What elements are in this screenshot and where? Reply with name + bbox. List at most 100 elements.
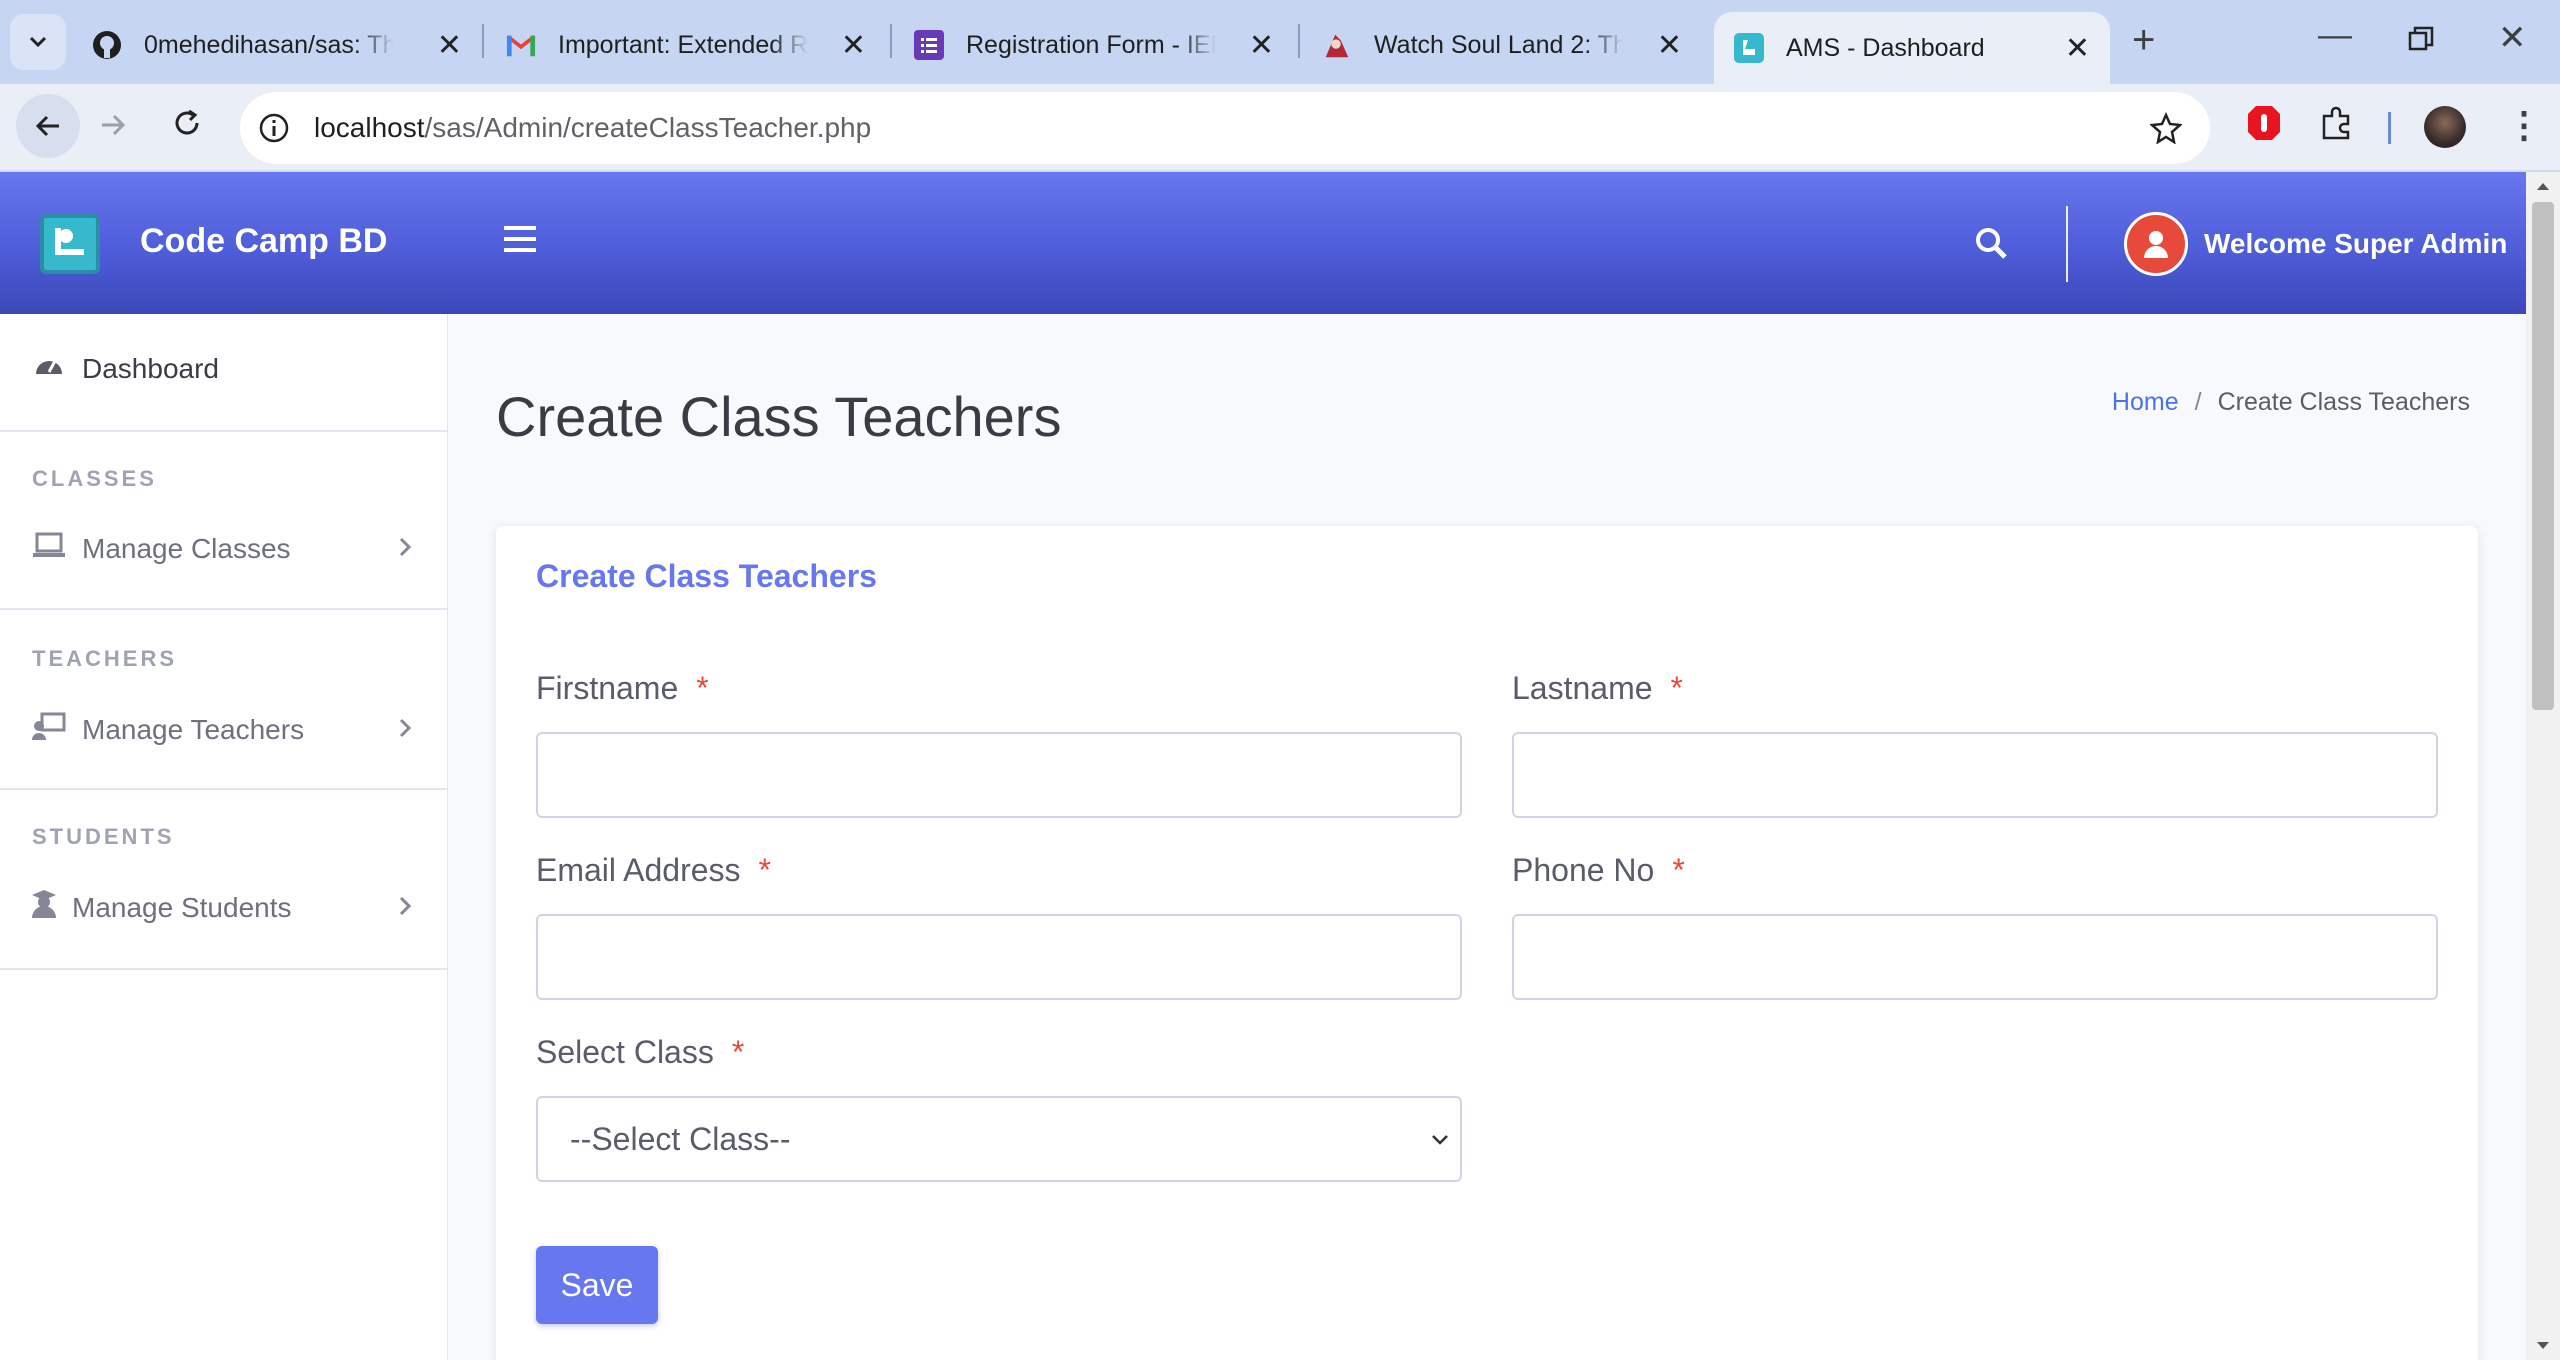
brand-icon (55, 228, 84, 255)
user-graduate-icon (32, 890, 56, 925)
create-class-teacher-card: Create Class Teachers Firstname * Lastnam… (496, 526, 2478, 1360)
reload-button[interactable] (172, 108, 202, 147)
tab-separator (1298, 24, 1300, 58)
sidebar-item-label: Manage Classes (82, 532, 291, 564)
profile-avatar[interactable] (2424, 106, 2466, 148)
browser-tab-strip: 0mehedihasan/sas: The S ✕ Important: Ext… (0, 0, 2560, 84)
close-icon[interactable]: ✕ (1657, 28, 1682, 63)
breadcrumb-home-link[interactable]: Home (2112, 388, 2179, 417)
save-button-label: Save (560, 1266, 634, 1303)
user-menu[interactable]: Welcome Super Admin (2124, 212, 2507, 276)
class-select[interactable]: --Select Class-- (536, 1096, 1462, 1182)
browser-tab-forms[interactable]: Registration Form - IEEE ✕ (914, 12, 1274, 78)
required-asterisk: * (731, 1034, 745, 1070)
sidebar-item-manage-students[interactable]: Manage Students (32, 890, 412, 925)
browser-tab-anime[interactable]: Watch Soul Land 2: The P ✕ (1322, 12, 1682, 78)
tab-separator (482, 24, 484, 58)
menu-kebab-icon[interactable]: ⋮ (2506, 104, 2542, 146)
close-window-button[interactable]: ✕ (2498, 18, 2527, 58)
required-asterisk: * (1672, 852, 1685, 888)
class-select-value: --Select Class-- (570, 1120, 791, 1157)
email-label: Email Address * (536, 852, 771, 889)
close-icon[interactable]: ✕ (2065, 31, 2090, 66)
tab-search-button[interactable] (10, 14, 66, 70)
page-scrollbar[interactable] (2526, 172, 2560, 1360)
scroll-down-icon[interactable] (2535, 1340, 2551, 1352)
tab-title: AMS - Dashboard (1786, 33, 1985, 62)
label-text: Firstname (536, 670, 679, 706)
lastname-input[interactable] (1512, 732, 2438, 818)
breadcrumb-separator: / (2194, 388, 2202, 416)
breadcrumb-current: Create Class Teachers (2217, 388, 2470, 416)
chalkboard-teacher-icon (32, 712, 66, 747)
brand-name[interactable]: Code Camp BD (140, 222, 387, 261)
forward-button[interactable] (98, 110, 128, 149)
arrow-left-icon (35, 115, 59, 137)
save-button[interactable]: Save (536, 1246, 658, 1324)
label-text: Lastname (1512, 670, 1653, 706)
sidebar-item-manage-classes[interactable]: Manage Classes (32, 532, 412, 565)
breadcrumb: Home / Create Class Teachers (2112, 388, 2470, 417)
lastname-label: Lastname * (1512, 670, 1683, 707)
sidebar-item-manage-teachers[interactable]: Manage Teachers (32, 712, 412, 747)
sidebar-divider (0, 968, 448, 970)
adblock-extension-icon[interactable] (2246, 104, 2282, 151)
anime-icon (1322, 30, 1352, 60)
label-text: Phone No (1512, 852, 1655, 888)
scroll-up-icon[interactable] (2535, 180, 2551, 192)
close-icon[interactable]: ✕ (841, 28, 866, 63)
url-host: localhost (314, 112, 425, 143)
tab-title: Watch Soul Land 2: The P (1374, 30, 1624, 59)
back-button[interactable] (16, 94, 80, 158)
firstname-label: Firstname * (536, 670, 709, 707)
required-asterisk: * (1670, 670, 1683, 706)
close-icon[interactable]: ✕ (1249, 28, 1274, 63)
chevron-down-icon (1432, 1135, 1448, 1145)
address-bar[interactable]: localhost/sas/Admin/createClassTeacher.p… (240, 92, 2210, 164)
card-title: Create Class Teachers (536, 558, 877, 594)
restore-button[interactable] (2408, 22, 2434, 61)
url-text: localhost/sas/Admin/createClassTeacher.p… (314, 112, 871, 144)
scrollbar-thumb[interactable] (2532, 202, 2554, 710)
chevron-right-icon (398, 714, 412, 746)
chevron-right-icon (398, 533, 412, 565)
app-topbar: Code Camp BD Welcome Super Admin (0, 172, 2526, 314)
phone-input[interactable] (1512, 914, 2438, 1000)
required-asterisk: * (696, 670, 709, 706)
label-text: Select Class (536, 1034, 714, 1070)
select-class-label: Select Class * (536, 1034, 744, 1071)
star-icon[interactable] (2150, 112, 2182, 144)
search-icon (1976, 228, 2007, 259)
sidebar-item-label: Manage Teachers (82, 713, 305, 745)
tab-title: 0mehedihasan/sas: The S (144, 30, 394, 59)
ams-icon (1734, 33, 1764, 63)
browser-tab-github[interactable]: 0mehedihasan/sas: The S ✕ (92, 12, 462, 78)
new-tab-button[interactable]: + (2132, 18, 2155, 63)
search-button[interactable] (1974, 226, 2008, 265)
sidebar-heading-teachers: TEACHERS (32, 646, 178, 671)
firstname-input[interactable] (536, 732, 1462, 818)
toolbar-divider (2388, 112, 2391, 144)
sidebar-item-label: Manage Students (72, 891, 292, 923)
sidebar-toggle-button[interactable] (504, 224, 536, 259)
browser-tab-ams[interactable]: AMS - Dashboard ✕ (1714, 12, 2110, 84)
chevron-right-icon (398, 892, 412, 924)
forms-icon (914, 30, 944, 60)
minimize-button[interactable]: — (2318, 16, 2352, 55)
sidebar-divider (0, 430, 448, 432)
label-text: Email Address (536, 852, 741, 888)
brand-logo[interactable] (40, 214, 100, 274)
extensions-icon[interactable] (2320, 106, 2354, 149)
browser-toolbar: localhost/sas/Admin/createClassTeacher.p… (0, 84, 2560, 172)
close-icon[interactable]: ✕ (437, 28, 462, 63)
github-icon (92, 30, 122, 60)
url-path: /sas/Admin/createClassTeacher.php (424, 112, 872, 143)
sidebar-item-label: Dashboard (82, 352, 219, 384)
sidebar-item-dashboard[interactable]: Dashboard (32, 352, 412, 385)
gmail-icon (506, 30, 536, 60)
site-info-icon[interactable] (258, 112, 290, 144)
browser-tab-gmail[interactable]: Important: Extended Reg ✕ (506, 12, 866, 78)
reload-icon (175, 109, 199, 135)
email-input[interactable] (536, 914, 1462, 1000)
hamburger-icon (504, 226, 536, 252)
